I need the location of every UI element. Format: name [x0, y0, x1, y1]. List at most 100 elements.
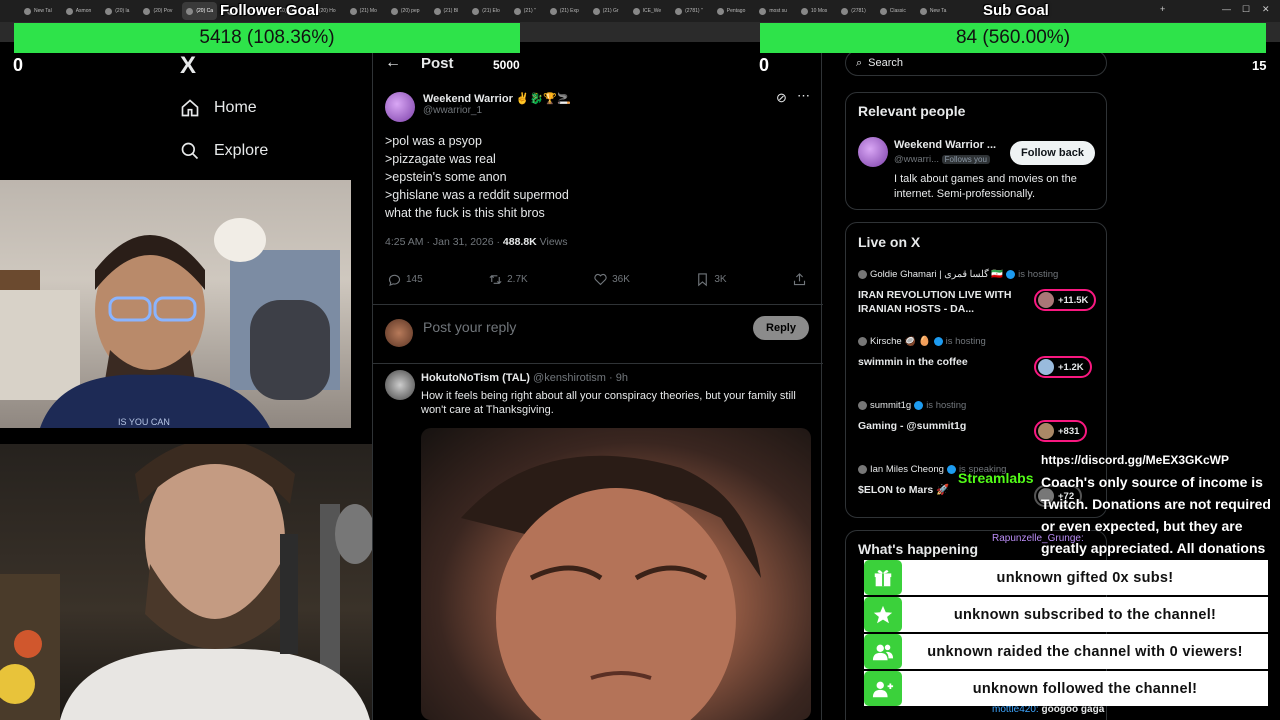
browser-tab[interactable]: Asmon — [62, 2, 96, 20]
browser-tab[interactable]: (20) Pov — [139, 2, 176, 20]
post-views-count: 488.8K — [502, 236, 537, 248]
browser-tab[interactable]: (21) Gr — [589, 2, 623, 20]
nav-home[interactable]: Home — [180, 98, 257, 118]
follower-goal-title: Follower Goal — [220, 2, 320, 19]
live-listeners-pill[interactable]: +831 — [1034, 420, 1088, 442]
tab-favicon-icon — [632, 7, 640, 15]
reply-button[interactable]: Reply — [753, 316, 809, 340]
post-author[interactable]: Weekend Warrior ✌️🐉🏆🚬 @wwarrior_1 — [385, 92, 571, 122]
gift-icon — [864, 560, 902, 595]
tab-favicon-icon — [472, 7, 480, 15]
browser-tab-label: Pentago — [726, 8, 746, 14]
browser-tab[interactable]: (20) la — [101, 2, 133, 20]
browser-tab[interactable]: (2781) — [837, 2, 869, 20]
browser-tab[interactable]: (21) Mo — [346, 2, 381, 20]
alert-text: unknown subscribed to the channel! — [953, 606, 1217, 623]
browser-tab-label: New Tal — [34, 8, 52, 14]
repost-count: 2.7K — [507, 274, 528, 285]
x-logo[interactable]: X — [180, 52, 196, 80]
browser-tab[interactable]: (21) Exp — [546, 2, 583, 20]
browser-tab[interactable]: 10 Mos — [797, 2, 831, 20]
relevant-person-bio: I talk about games and movies on the int… — [894, 173, 1077, 200]
listener-avatar — [1038, 292, 1054, 308]
browser-tab[interactable]: (20) pep — [387, 2, 424, 20]
live-host[interactable]: Goldie Ghamari | گلسا قمری 🇮🇷 is hosting — [858, 269, 1058, 280]
browser-tab-label: (20) pep — [400, 8, 420, 14]
browser-tab[interactable]: most su — [755, 2, 791, 20]
live-host-name: summit1g — [870, 400, 912, 411]
reply-author-row[interactable]: HokutoNoTism (TAL) @kenshirotism · 9h — [421, 372, 628, 384]
share-action[interactable] — [792, 272, 807, 287]
live-title[interactable]: swimmin in the coffee — [858, 355, 1023, 369]
post-meta: 4:25 AM · Jan 31, 2026 · 488.8K Views — [385, 236, 568, 248]
post-column: ← Post 5000 Weekend Warrior ✌️🐉🏆🚬 @wwarr… — [372, 42, 823, 720]
browser-tab[interactable]: (21) " — [510, 2, 540, 20]
browser-tab[interactable]: (21) Bl — [430, 2, 463, 20]
repost-action[interactable]: 2.7K — [488, 272, 528, 287]
author-handle: @wwarrior_1 — [423, 105, 483, 116]
search-placeholder: Search — [868, 57, 904, 69]
live-title[interactable]: Gaming - @summit1g — [858, 419, 1023, 433]
relevant-people-title: Relevant people — [858, 103, 966, 119]
live-host-name: Goldie Ghamari | گلسا قمری 🇮🇷 — [870, 269, 1004, 280]
browser-tab-label: (21) Gr — [602, 8, 619, 14]
post-text: >pol was a psyop >pizzagate was real >ep… — [385, 132, 569, 222]
browser-tab[interactable]: New Ta — [916, 2, 951, 20]
verified-badge-icon — [946, 465, 956, 474]
live-host[interactable]: summit1g is hosting — [858, 400, 966, 411]
browser-tab[interactable]: New Tal — [20, 2, 56, 20]
browser-tab[interactable]: Classic — [876, 2, 910, 20]
post-line: >ghislane was a reddit supermod — [385, 188, 569, 202]
live-host-name: Kirsche 🥥 🥚 — [870, 336, 931, 347]
post-time[interactable]: 4:25 AM · Jan 31, 2026 · — [385, 236, 503, 248]
tab-favicon-icon — [716, 7, 724, 15]
nav-explore-label: Explore — [214, 142, 269, 159]
nav-explore[interactable]: Explore — [180, 141, 268, 161]
browser-tab[interactable]: Pentago — [713, 2, 750, 20]
discord-link: https://discord.gg/MeEX3GKcWP — [1041, 453, 1230, 467]
post-line: >epstein's some anon — [385, 170, 507, 184]
post-header-title: Post — [421, 54, 454, 72]
search-icon: ⌕ — [856, 56, 863, 69]
bookmark-action[interactable]: 3K — [695, 272, 727, 287]
live-host[interactable]: Kirsche 🥥 🥚 is hosting — [858, 336, 986, 347]
bookmark-icon — [698, 273, 708, 287]
my-avatar[interactable] — [385, 319, 413, 347]
reply-input[interactable]: Post your reply — [423, 319, 516, 335]
browser-tab[interactable]: (20) Ca — [182, 2, 218, 20]
browser-tab[interactable]: ICE_We — [629, 2, 666, 20]
live-host-status: is hosting — [945, 336, 986, 347]
reply-action[interactable]: 145 — [387, 272, 423, 287]
sub-goal-start: 0 — [759, 55, 770, 75]
post-line: >pol was a psyop — [385, 134, 482, 148]
grok-icon[interactable]: ⊘ — [776, 90, 787, 106]
avatar[interactable] — [858, 137, 888, 167]
browser-tab[interactable]: (21) Elo — [468, 2, 504, 20]
follow-back-button[interactable]: Follow back — [1010, 141, 1095, 165]
like-count: 36K — [612, 274, 630, 285]
like-action[interactable]: 36K — [593, 272, 630, 287]
close-window-icon[interactable]: ✕ — [1262, 4, 1270, 15]
browser-tab-label: (21) Elo — [482, 8, 500, 14]
browser-tab-label: (20) Ho — [318, 8, 336, 14]
more-options-icon[interactable]: ⋯ — [797, 88, 810, 104]
reply-author-avatar[interactable] — [385, 370, 415, 400]
live-host-name: Ian Miles Cheong — [870, 464, 944, 475]
maximize-icon[interactable]: ☐ — [1242, 4, 1250, 15]
live-count: +11.5K — [1058, 294, 1089, 306]
relevant-person-name[interactable]: Weekend Warrior ... — [894, 139, 996, 151]
live-listeners-pill[interactable]: +1.2K — [1034, 356, 1092, 378]
minimize-icon[interactable]: — — [1222, 4, 1231, 14]
live-listeners-pill[interactable]: +11.5K — [1034, 289, 1097, 311]
live-title[interactable]: IRAN REVOLUTION LIVE WITH IRANIAN HOSTS … — [858, 288, 1023, 316]
new-tab-icon[interactable]: + — [1160, 4, 1165, 14]
browser-tab[interactable]: (2781) " — [671, 2, 707, 20]
streamlabs-label: Streamlabs — [958, 470, 1034, 486]
reply-video[interactable] — [421, 428, 811, 720]
browser-tab-label: ICE_We — [642, 8, 662, 14]
reply-author-handle: @kenshirotism · 9h — [533, 372, 628, 384]
nav-home-label: Home — [214, 99, 257, 116]
search-input[interactable]: ⌕ Search — [845, 50, 1107, 76]
avatar[interactable] — [385, 92, 415, 122]
back-arrow-icon[interactable]: ← — [385, 54, 401, 72]
